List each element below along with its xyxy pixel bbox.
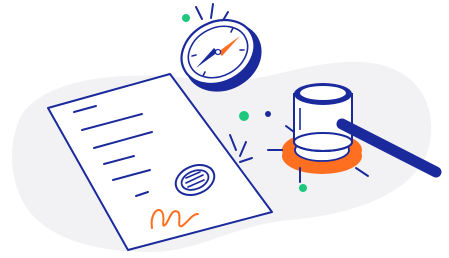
blue-dot [265, 111, 271, 117]
illustration-svg [11, 3, 442, 253]
green-dot-middle [239, 111, 249, 121]
green-dot-bottom [299, 184, 307, 192]
illustration [0, 0, 449, 258]
green-dot-top [182, 14, 190, 22]
